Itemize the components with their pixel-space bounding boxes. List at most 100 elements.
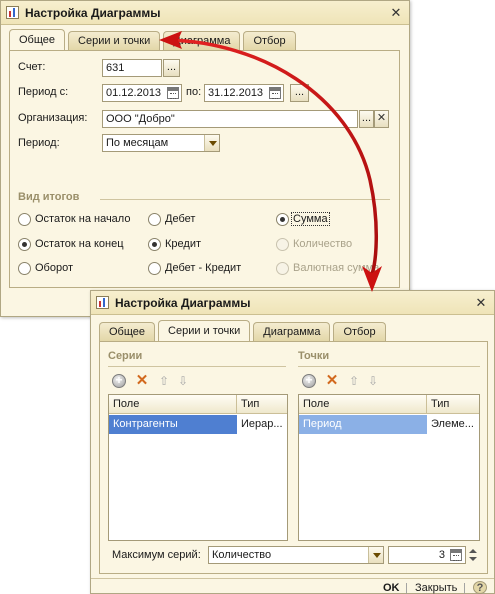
tab-series-points[interactable]: Серии и точки: [158, 320, 251, 341]
points-table[interactable]: Поле Тип Период Элеме...: [298, 394, 480, 541]
spin-up-icon[interactable]: [469, 549, 477, 553]
radio-label: Дебет: [165, 213, 196, 225]
account-field[interactable]: 631: [102, 59, 162, 77]
title-bar: Настройка Диаграммы ✕: [1, 1, 409, 25]
radio-label: Кредит: [165, 238, 202, 250]
section-divider: [108, 366, 286, 367]
radio-amount[interactable]: [276, 213, 289, 226]
organization-clear-icon[interactable]: ✕: [374, 110, 389, 128]
close-icon[interactable]: ✕: [387, 5, 405, 21]
tab-strip: Общее Серии и точки Диаграмма Отбор: [99, 320, 389, 341]
radio-label: Остаток на конец: [35, 238, 124, 250]
general-tab-panel: Счет: 631 ... Период с: 01.12.2013 по: 3…: [9, 50, 400, 288]
account-select-button[interactable]: ...: [163, 59, 180, 77]
help-icon[interactable]: ?: [473, 581, 487, 594]
series-section-title: Серии: [108, 350, 143, 362]
chart-icon: [96, 296, 109, 309]
organization-select-button[interactable]: ...: [359, 110, 374, 128]
cell-type[interactable]: Иерар...: [237, 415, 287, 434]
ok-button[interactable]: OK: [383, 582, 400, 594]
period-to-label: по:: [186, 86, 202, 98]
footer-divider: [91, 578, 494, 579]
max-series-label: Максимум серий:: [112, 549, 201, 561]
radio-label: Оборот: [35, 262, 74, 274]
column-header-type[interactable]: Тип: [427, 395, 479, 414]
table-row[interactable]: Период Элеме...: [299, 415, 479, 434]
max-series-count-value: 3: [438, 549, 445, 561]
title-bar: Настройка Диаграммы ✕: [91, 291, 494, 315]
section-divider: [100, 199, 390, 200]
radio-debit[interactable]: [148, 213, 161, 226]
chart-icon: [6, 6, 19, 19]
periodicity-label: Период:: [18, 137, 60, 149]
chevron-down-icon[interactable]: [204, 135, 219, 151]
spin-down-icon[interactable]: [469, 557, 477, 561]
add-icon[interactable]: [112, 373, 126, 388]
move-down-icon[interactable]: ⇩: [176, 374, 190, 388]
tab-chart[interactable]: Диаграмма: [253, 322, 331, 341]
radio-label: Количество: [293, 238, 353, 250]
column-header-type[interactable]: Тип: [237, 395, 287, 414]
cell-type[interactable]: Элеме...: [427, 415, 479, 434]
account-label: Счет:: [18, 61, 46, 73]
radio-label: Сумма: [291, 212, 330, 226]
table-header: Поле Тип: [109, 395, 287, 414]
organization-label: Организация:: [18, 112, 88, 124]
max-series-mode-dropdown[interactable]: Количество: [208, 546, 384, 564]
series-table[interactable]: Поле Тип Контрагенты Иерар...: [108, 394, 288, 541]
organization-field[interactable]: ООО "Добро": [102, 110, 358, 128]
cell-field[interactable]: Период: [299, 415, 427, 434]
radio-turnover[interactable]: [18, 262, 31, 275]
tab-series-points[interactable]: Серии и точки: [68, 31, 161, 50]
radio-label: Дебет - Кредит: [165, 262, 242, 274]
move-up-icon[interactable]: ⇧: [157, 374, 171, 388]
max-series-mode-value: Количество: [212, 549, 272, 561]
chevron-down-icon[interactable]: [368, 547, 383, 563]
calculator-icon[interactable]: [450, 549, 462, 561]
move-up-icon[interactable]: ⇧: [347, 374, 361, 388]
tab-general[interactable]: Общее: [9, 29, 66, 50]
tab-chart[interactable]: Диаграмма: [163, 31, 241, 50]
radio-debit-minus-credit[interactable]: [148, 262, 161, 275]
footer-separator: |: [405, 582, 408, 594]
radio-credit[interactable]: [148, 238, 161, 251]
periodicity-value: По месяцам: [106, 137, 169, 149]
tab-filter[interactable]: Отбор: [243, 31, 296, 50]
close-icon[interactable]: ✕: [472, 295, 490, 311]
footer-separator: |: [463, 582, 466, 594]
totals-section-title: Вид итогов: [18, 191, 80, 203]
section-divider: [298, 366, 480, 367]
calendar-icon[interactable]: [167, 87, 179, 99]
chart-settings-dialog-general: Настройка Диаграммы ✕ Общее Серии и точк…: [0, 0, 410, 317]
periodicity-dropdown[interactable]: По месяцам: [102, 134, 220, 152]
tab-filter[interactable]: Отбор: [333, 322, 386, 341]
radio-closing-balance[interactable]: [18, 238, 31, 251]
period-from-label: Период с:: [18, 86, 69, 98]
radio-label: Остаток на начало: [35, 213, 131, 225]
cell-field[interactable]: Контрагенты: [109, 415, 237, 434]
series-points-panel: Серии ✕ ⇧ ⇩ Поле Тип Контрагенты Иерар..…: [99, 341, 488, 574]
window-title: Настройка Диаграммы: [115, 295, 251, 310]
delete-icon[interactable]: ✕: [135, 373, 149, 388]
tab-strip: Общее Серии и точки Диаграмма Отбор: [9, 29, 299, 50]
table-header: Поле Тип: [299, 395, 479, 414]
max-series-count-field[interactable]: 3: [388, 546, 466, 564]
period-select-button[interactable]: ...: [290, 84, 309, 102]
tab-general[interactable]: Общее: [99, 322, 156, 341]
radio-currency-amount: [276, 262, 289, 275]
table-row[interactable]: Контрагенты Иерар...: [109, 415, 287, 434]
column-header-field[interactable]: Поле: [109, 395, 237, 414]
calendar-icon[interactable]: [269, 87, 281, 99]
radio-quantity: [276, 238, 289, 251]
delete-icon[interactable]: ✕: [325, 373, 339, 388]
radio-opening-balance[interactable]: [18, 213, 31, 226]
radio-label: Валютная сумма: [293, 262, 380, 274]
count-spinner[interactable]: [468, 546, 478, 564]
points-section-title: Точки: [298, 350, 330, 362]
add-icon[interactable]: [302, 373, 316, 388]
chart-settings-dialog-series: Настройка Диаграммы ✕ Общее Серии и точк…: [90, 290, 495, 594]
window-title: Настройка Диаграммы: [25, 5, 161, 20]
column-header-field[interactable]: Поле: [299, 395, 427, 414]
move-down-icon[interactable]: ⇩: [366, 374, 380, 388]
close-button[interactable]: Закрыть: [415, 582, 457, 594]
